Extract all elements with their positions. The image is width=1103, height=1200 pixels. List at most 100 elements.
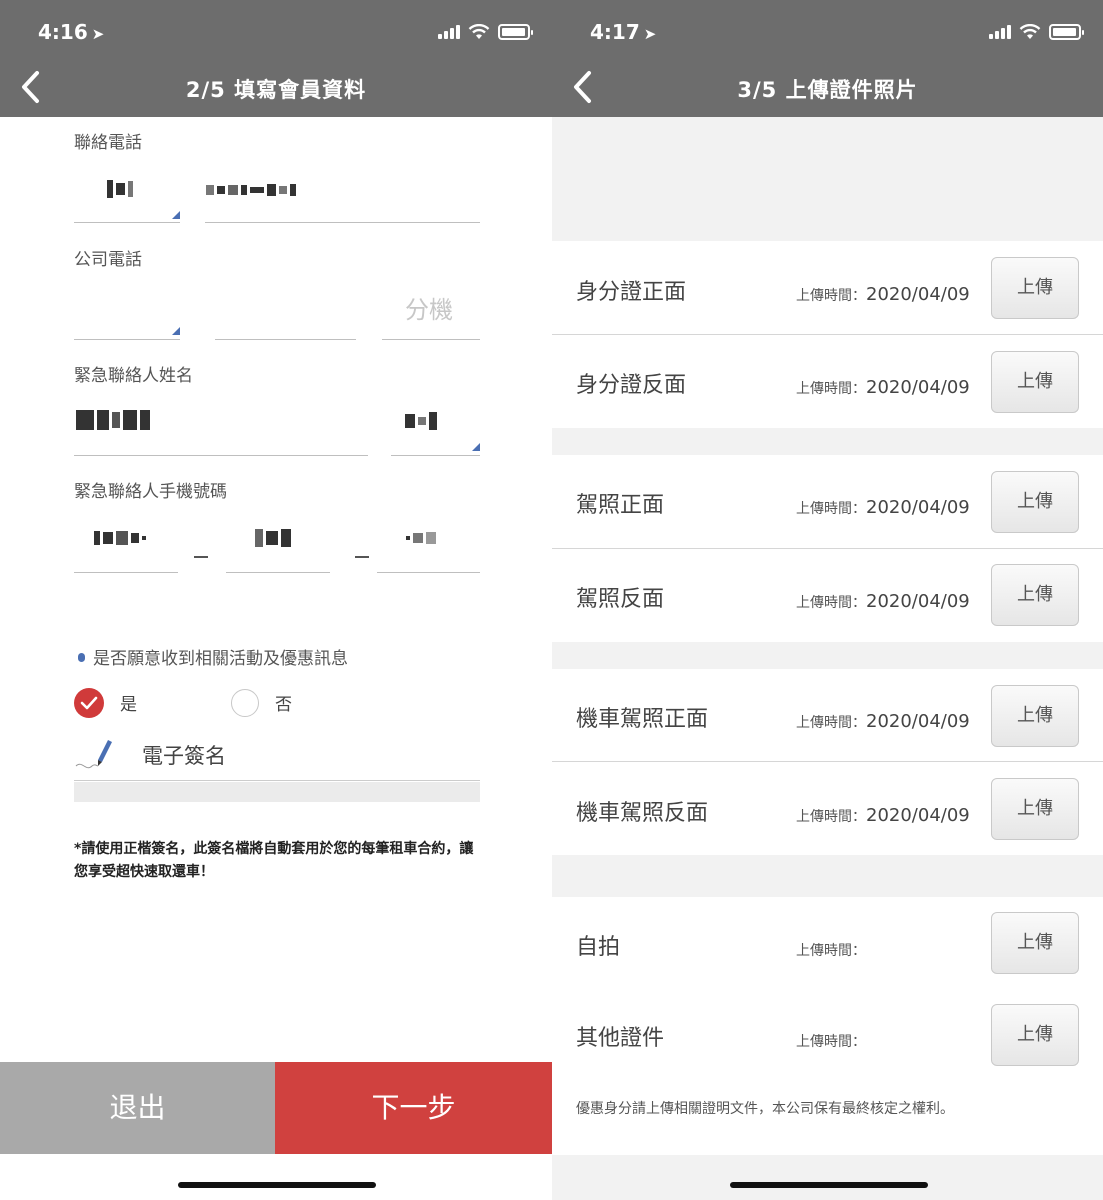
area-code-select[interactable] [74, 222, 180, 223]
area-code-value-redacted [107, 180, 133, 198]
upload-time-label: 上傳時間： [796, 381, 866, 397]
home-indicator [178, 1182, 376, 1188]
upload-button[interactable]: 上傳 [991, 1004, 1079, 1066]
promo-question: 是否願意收到相關活動及優惠訊息 [78, 644, 348, 669]
home-indicator [730, 1182, 928, 1188]
upload-time-label: 上傳時間： [796, 809, 866, 825]
next-step-button[interactable]: 下一步 [275, 1062, 552, 1154]
emergency-name-label: 緊急聯絡人姓名 [74, 366, 193, 386]
mobile-part1-input[interactable] [74, 572, 178, 573]
upload-time: 上傳時間：2020/04/09 [796, 284, 970, 305]
location-arrow-icon: ➤ [91, 25, 105, 43]
company-phone-label: 公司電話 [74, 250, 142, 270]
mobile-part2-redacted [255, 529, 291, 547]
status-time: 4:17 ➤ [590, 20, 656, 44]
bullet-icon [78, 653, 85, 662]
dropdown-arrow-icon [172, 211, 180, 219]
extension-placeholder: 分機 [405, 296, 453, 324]
wifi-icon [1019, 24, 1041, 39]
upload-button[interactable]: 上傳 [991, 257, 1079, 319]
upload-button[interactable]: 上傳 [991, 564, 1079, 626]
upload-time: 上傳時間： [796, 939, 866, 960]
wifi-icon [468, 24, 490, 39]
mobile-part3-redacted [406, 532, 436, 544]
status-time: 4:16 ➤ [38, 20, 104, 44]
phone-value-redacted [206, 184, 296, 196]
upload-documents-screen: 4:17 ➤ 3/5 上傳證件照片 身分證正面 上傳時間：2020/04/09 … [552, 0, 1103, 1200]
upload-date: 2020/04/09 [866, 711, 970, 732]
separator-dash [355, 556, 369, 558]
upload-time: 上傳時間：2020/04/09 [796, 497, 970, 518]
emergency-name-input[interactable] [74, 455, 368, 456]
divider [552, 334, 1103, 335]
promo-question-text: 是否願意收到相關活動及優惠訊息 [93, 649, 348, 669]
upload-time: 上傳時間：2020/04/09 [796, 377, 970, 398]
upload-time-label: 上傳時間： [796, 715, 866, 731]
divider [552, 548, 1103, 549]
emergency-mobile-label: 緊急聯絡人手機號碼 [74, 482, 227, 502]
status-time-text: 4:16 [38, 20, 88, 44]
radio-no[interactable] [231, 689, 259, 717]
signature-label: 電子簽名 [142, 744, 226, 768]
radio-no-label: 否 [275, 695, 292, 715]
exit-button[interactable]: 退出 [0, 1062, 275, 1154]
dropdown-arrow-icon [472, 443, 480, 451]
pen-icon [75, 740, 112, 769]
upload-button[interactable]: 上傳 [991, 912, 1079, 974]
mobile-part2-input[interactable] [226, 572, 330, 573]
status-time-text: 4:17 [590, 20, 640, 44]
upload-time-label: 上傳時間： [796, 1034, 866, 1050]
company-phone-input[interactable] [215, 339, 356, 340]
status-icons [438, 24, 533, 40]
dropdown-arrow-icon [172, 327, 180, 335]
document-name: 其他證件 [576, 1026, 665, 1051]
check-icon [80, 696, 98, 710]
document-name: 機車駕照反面 [576, 801, 709, 826]
document-name: 身分證反面 [576, 373, 687, 398]
upload-time-label: 上傳時間： [796, 288, 866, 304]
mobile-part3-input[interactable] [377, 572, 480, 573]
emergency-title-select[interactable] [391, 455, 480, 456]
document-name: 身分證正面 [576, 280, 687, 305]
upload-time-label: 上傳時間： [796, 943, 866, 959]
cellular-signal-icon [989, 25, 1011, 39]
company-area-code-select[interactable] [74, 339, 180, 340]
upload-time: 上傳時間：2020/04/09 [796, 591, 970, 612]
separator-dash [194, 556, 208, 558]
document-name: 駕照正面 [576, 493, 665, 518]
member-info-screen: 4:16 ➤ 2/5 填寫會員資料 聯絡電話 公司電話 分機 緊急聯絡人姓名 緊… [0, 0, 552, 1200]
upload-footnote: 優惠身分請上傳相關證明文件，本公司保有最終核定之權利。 [576, 1101, 954, 1117]
upload-button[interactable]: 上傳 [991, 351, 1079, 413]
upload-time-label: 上傳時間： [796, 501, 866, 517]
emergency-name-value-redacted [76, 410, 150, 430]
upload-button[interactable]: 上傳 [991, 778, 1079, 840]
upload-time: 上傳時間：2020/04/09 [796, 805, 970, 826]
upload-date: 2020/04/09 [866, 377, 970, 398]
mobile-part1-redacted [94, 531, 146, 545]
contact-phone-label: 聯絡電話 [74, 133, 142, 153]
signature-field[interactable]: 電子簽名 [74, 728, 480, 781]
status-icons [989, 24, 1084, 40]
radio-yes[interactable] [74, 688, 104, 718]
upload-date: 2020/04/09 [866, 805, 970, 826]
top-bar: 4:17 ➤ 3/5 上傳證件照片 [552, 0, 1103, 117]
page-title: 2/5 填寫會員資料 [185, 78, 367, 102]
radio-yes-label: 是 [120, 695, 137, 715]
cellular-signal-icon [438, 25, 460, 39]
battery-icon [1049, 24, 1084, 40]
upload-time: 上傳時間： [796, 1030, 866, 1051]
upload-button[interactable]: 上傳 [991, 471, 1079, 533]
signature-pad[interactable] [74, 782, 480, 802]
upload-time-label: 上傳時間： [796, 595, 866, 611]
upload-button[interactable]: 上傳 [991, 685, 1079, 747]
contact-phone-input[interactable] [205, 222, 480, 223]
extension-input[interactable] [382, 339, 480, 340]
divider [552, 761, 1103, 762]
battery-icon [498, 24, 533, 40]
page-title: 3/5 上傳證件照片 [737, 78, 918, 102]
top-bar: 4:16 ➤ 2/5 填寫會員資料 [0, 0, 552, 117]
emergency-title-value-redacted [405, 412, 437, 430]
document-name: 自拍 [576, 935, 621, 960]
upload-date: 2020/04/09 [866, 497, 970, 518]
signature-note: *請使用正楷簽名，此簽名檔將自動套用於您的每筆租車合約，讓您享受超快速取還車！ [74, 841, 474, 880]
